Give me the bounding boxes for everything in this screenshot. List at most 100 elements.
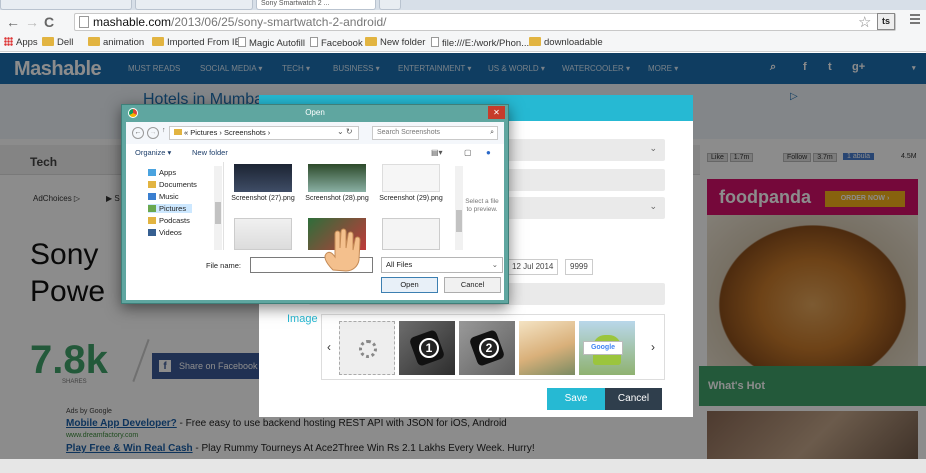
file-name-label[interactable]: Screenshot (27).png [228, 195, 298, 203]
image-thumb[interactable]: 2 [459, 321, 515, 375]
organize-menu[interactable]: Organize ▾ [135, 148, 171, 157]
file-name-field-label: File name: [206, 261, 242, 270]
file-thumbnail[interactable] [308, 164, 366, 192]
nav-item-documents[interactable]: Documents [148, 180, 197, 189]
file-thumbnail[interactable] [234, 164, 292, 192]
dialog-command-bar: Organize ▾ New folder ▤▾ ▢ ● [126, 146, 504, 160]
music-icon [148, 193, 156, 200]
carousel-next-icon[interactable]: › [651, 340, 655, 354]
image-thumb-loading[interactable] [339, 321, 395, 375]
hand-cursor-icon [324, 228, 361, 272]
dialog-address-row: ← → ↑ « Pictures › Screenshots › ⌄ ↻ Sea… [126, 122, 504, 144]
documents-icon [148, 181, 156, 188]
preview-pane-icon[interactable]: ▢ [464, 148, 472, 157]
help-icon[interactable]: ● [486, 148, 491, 157]
url-path: /2013/06/25/sony-smartwatch-2-android/ [171, 15, 387, 29]
loading-spinner-icon [359, 340, 377, 358]
thumb-number-badge: 2 [479, 338, 499, 358]
cancel-button[interactable]: Cancel [605, 388, 662, 410]
bookmark-downloadable[interactable]: downloadable [529, 37, 603, 49]
view-options-icon[interactable]: ▤▾ [431, 148, 443, 157]
nav-item-pictures[interactable]: Pictures [148, 204, 193, 213]
reload-icon[interactable]: C [44, 14, 54, 30]
dialog-nav-pane: Apps Documents Music Pictures Podcasts V… [126, 162, 224, 250]
nav-item-apps[interactable]: Apps [148, 168, 176, 177]
back-icon[interactable]: ← [6, 14, 20, 30]
nav-item-videos[interactable]: Videos [148, 228, 182, 237]
preview-message: Select a file to preview. [465, 198, 499, 213]
new-folder-button[interactable]: New folder [192, 148, 228, 157]
folder-icon [365, 37, 377, 46]
open-button[interactable]: Open [381, 277, 438, 293]
nav-item-podcasts[interactable]: Podcasts [148, 216, 190, 225]
new-tab-button[interactable] [379, 0, 401, 10]
folder-icon [529, 37, 541, 46]
tab-strip: Sony Smartwatch 2 ... [0, 0, 926, 10]
close-icon[interactable]: ✕ [488, 106, 505, 119]
folder-icon [42, 37, 54, 46]
number-field[interactable]: 9999 [565, 259, 593, 275]
file-type-select[interactable]: All Files ⌄ [381, 257, 503, 273]
dialog-body: ← → ↑ « Pictures › Screenshots › ⌄ ↻ Sea… [126, 122, 504, 300]
bookmark-animation[interactable]: animation [88, 37, 144, 49]
image-thumb[interactable]: Google [579, 321, 635, 375]
file-name-label[interactable]: Screenshot (29).png [376, 195, 446, 203]
image-thumb[interactable] [519, 321, 575, 375]
refresh-icon[interactable]: ⌄ ↻ [337, 127, 353, 136]
bookmark-star-icon[interactable]: ☆ [858, 13, 871, 31]
status-bar [0, 459, 926, 473]
bookmark-new-folder[interactable]: New folder [365, 37, 425, 49]
url-host: mashable.com [93, 15, 172, 29]
file-thumbnail[interactable] [234, 218, 292, 250]
menu-icon[interactable] [910, 14, 920, 26]
extension-button[interactable]: ts [877, 13, 895, 30]
bookmark-apps[interactable]: Apps [4, 37, 38, 49]
nav-item-music[interactable]: Music [148, 192, 179, 201]
page-icon [310, 37, 318, 47]
address-bar[interactable]: mashable.com/2013/06/25/sony-smartwatch-… [74, 13, 896, 31]
bookmark-dell[interactable]: Dell [42, 37, 73, 49]
browser-tab[interactable] [135, 0, 253, 10]
browser-tab-active[interactable]: Sony Smartwatch 2 ... [256, 0, 376, 10]
dialog-search-input[interactable]: Search Screenshots ⌕ [372, 126, 498, 140]
file-name-label[interactable]: Screenshot (28).png [302, 195, 372, 203]
nav-scrollbar[interactable] [214, 166, 222, 250]
page-icon [238, 37, 246, 47]
file-thumbnail[interactable] [382, 218, 440, 250]
chevron-down-icon: ⌄ [649, 143, 657, 153]
back-icon[interactable]: ← [132, 127, 144, 139]
image-label: Image [287, 313, 318, 325]
bookmarks-bar: Apps Dell animation Imported From IE Mag… [0, 34, 926, 52]
image-carousel: ‹ 1 2 Google › [321, 314, 665, 380]
page-icon [79, 16, 89, 28]
forward-icon[interactable]: → [25, 14, 39, 30]
apps-icon [148, 169, 156, 176]
folder-icon [152, 37, 164, 46]
bookmark-facebook[interactable]: Facebook [310, 37, 363, 50]
carousel-prev-icon[interactable]: ‹ [327, 340, 331, 354]
date-field[interactable]: 12 Jul 2014 [507, 259, 559, 275]
dialog-breadcrumb[interactable]: « Pictures › Screenshots › [169, 126, 359, 140]
bookmark-imported[interactable]: Imported From IE [152, 37, 241, 49]
image-thumb[interactable]: 1 [399, 321, 455, 375]
forward-icon[interactable]: → [147, 127, 159, 139]
chevron-down-icon: ⌄ [491, 260, 498, 269]
thumb-number-badge: 1 [419, 338, 439, 358]
bookmark-file[interactable]: file:///E:/work/Phon... [431, 37, 529, 50]
save-button[interactable]: Save [547, 388, 605, 410]
dialog-title: Open [305, 108, 325, 117]
file-thumbnail[interactable] [382, 164, 440, 192]
file-scrollbar[interactable] [455, 166, 463, 250]
folder-icon [88, 37, 100, 46]
dialog-cancel-button[interactable]: Cancel [444, 277, 501, 293]
videos-icon [148, 229, 156, 236]
search-icon: ⌕ [490, 129, 494, 136]
chevron-down-icon: ⌄ [649, 201, 657, 211]
apps-icon [4, 37, 13, 46]
up-icon[interactable]: ↑ [162, 127, 166, 134]
browser-tab[interactable] [0, 0, 132, 10]
browser-toolbar: ← → C mashable.com/2013/06/25/sony-smart… [0, 10, 926, 34]
pictures-icon [148, 205, 156, 212]
bookmark-magic-autofill[interactable]: Magic Autofill [238, 37, 305, 50]
page-icon [431, 37, 439, 47]
